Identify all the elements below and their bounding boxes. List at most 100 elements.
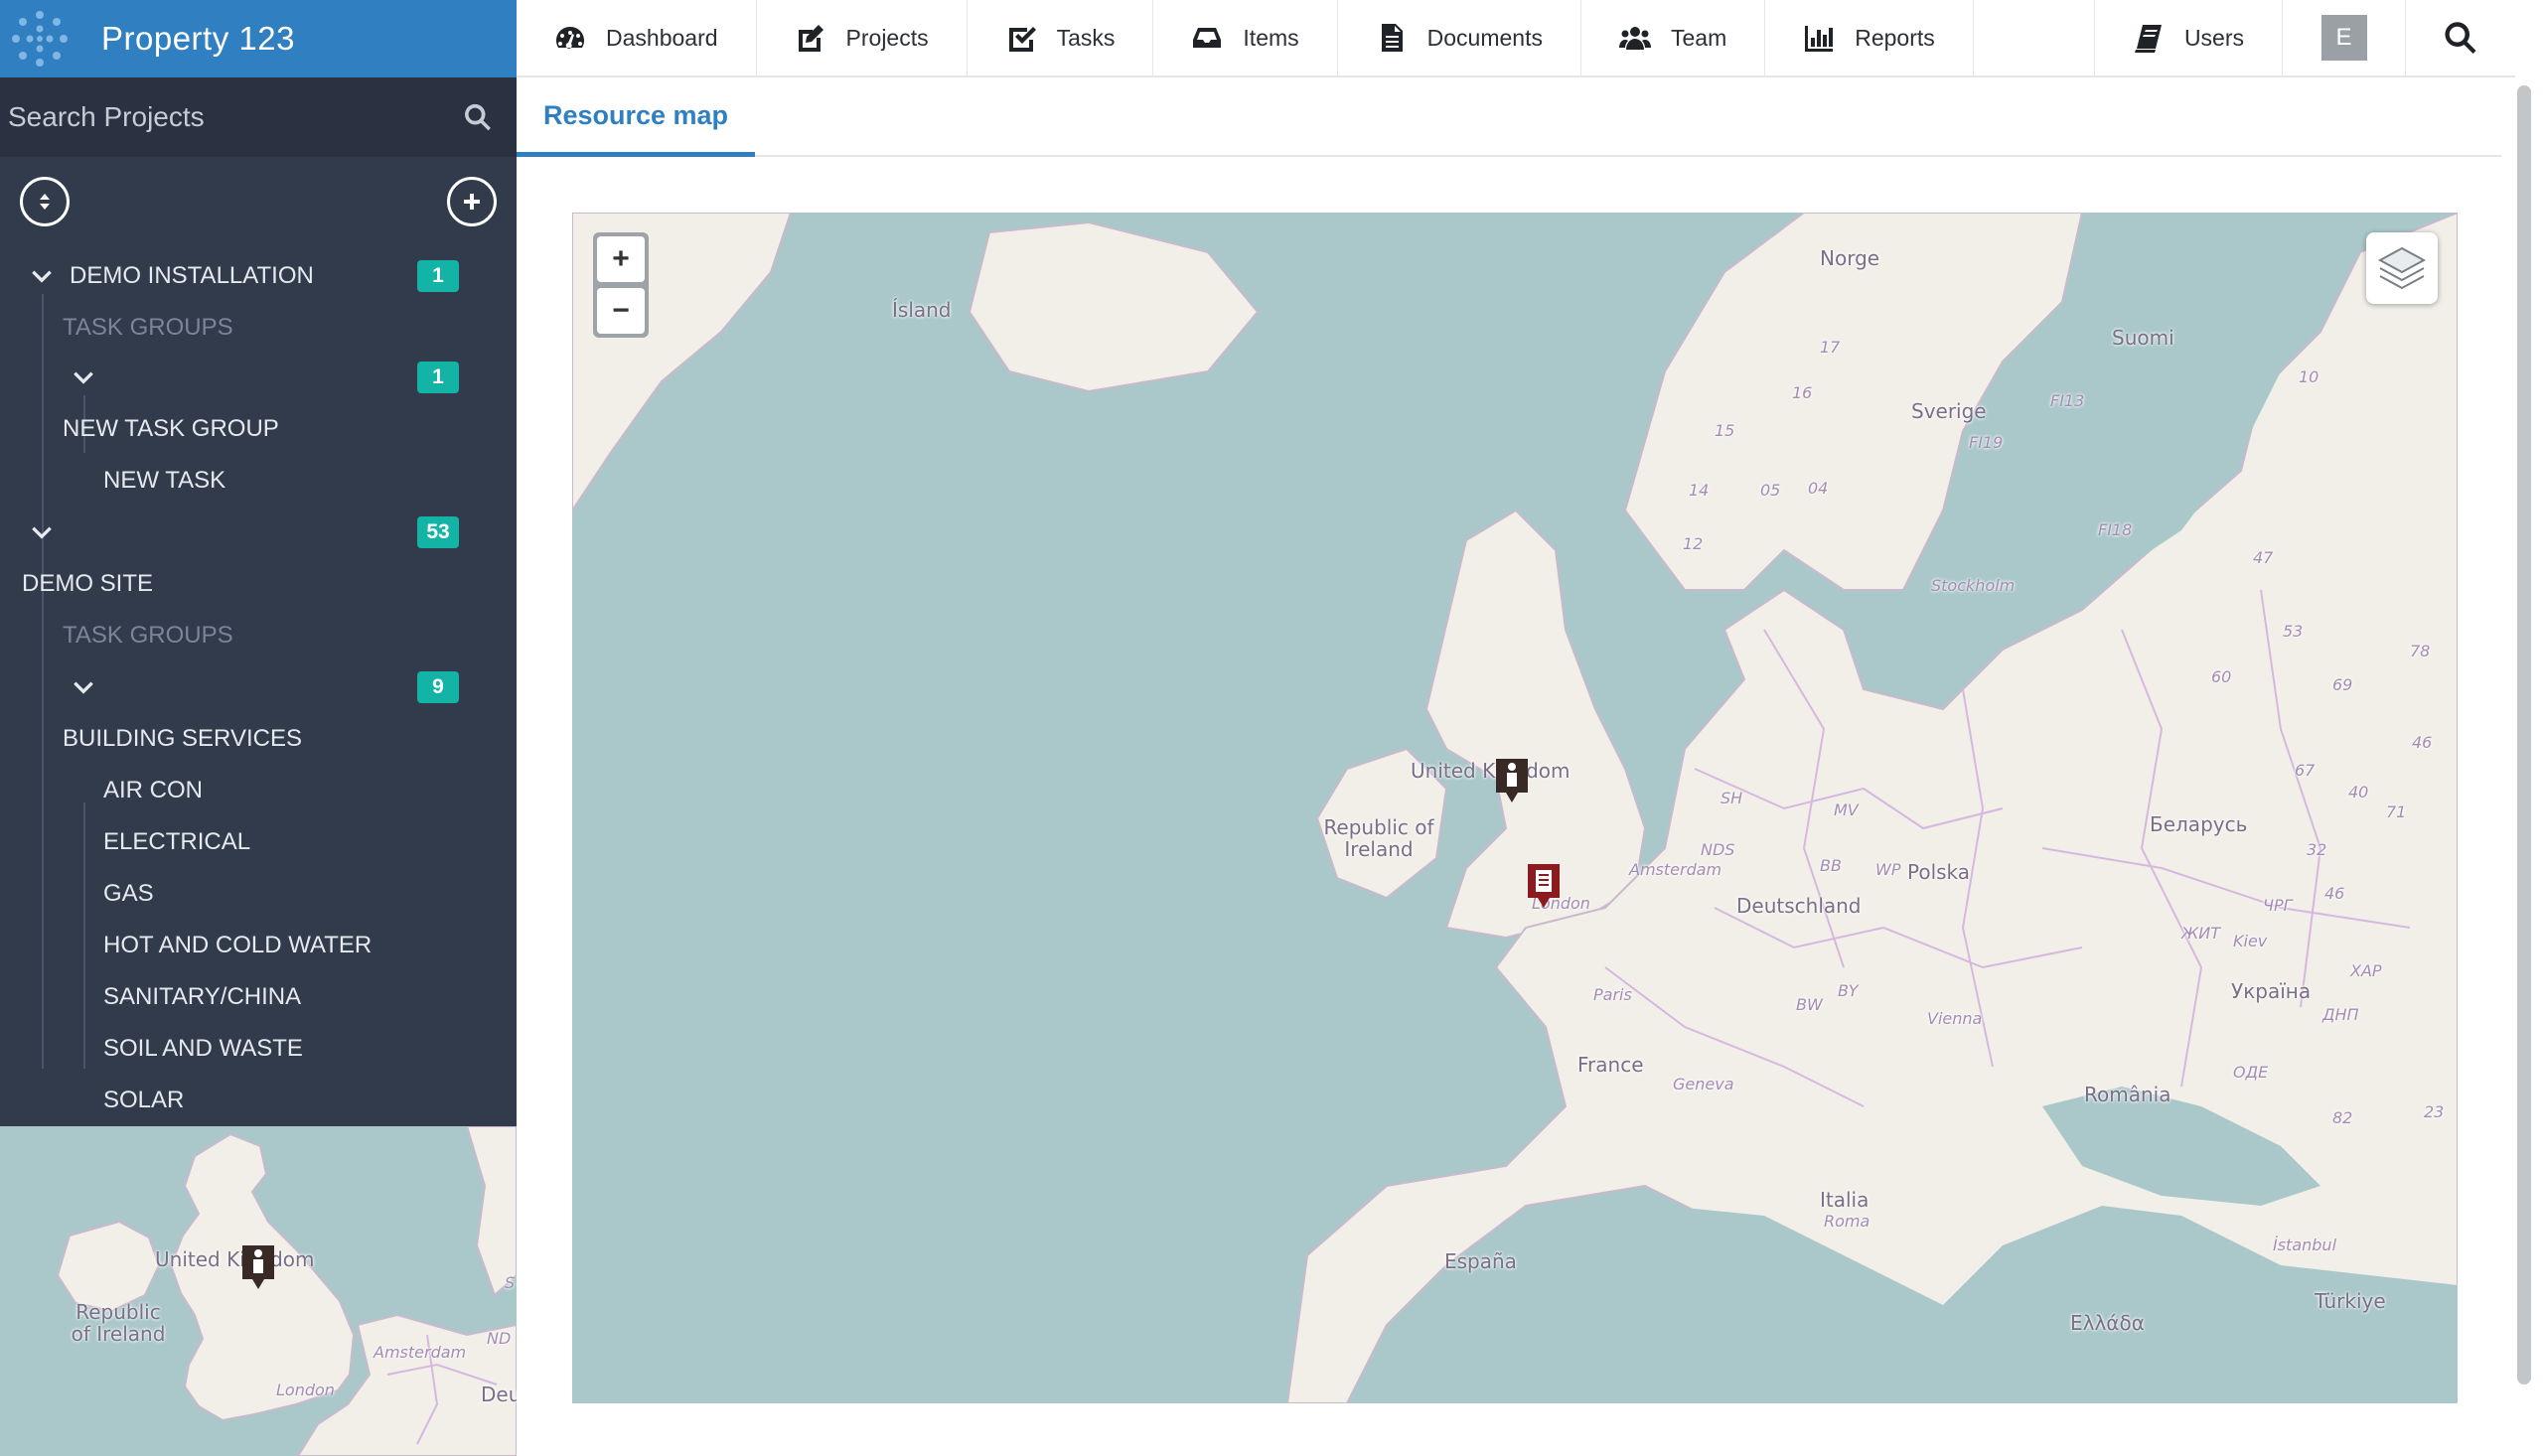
- tree-task-groups-label: TASK GROUPS: [63, 314, 233, 341]
- map-label-region: 47: [2253, 548, 2274, 567]
- project-name: DEMO INSTALLATION: [70, 262, 314, 289]
- zoom-control: + −: [593, 232, 649, 338]
- nav-projects[interactable]: Projects: [757, 0, 968, 75]
- tab-resource-map[interactable]: Resource map: [517, 79, 755, 157]
- tree-project-demo-installation[interactable]: DEMO INSTALLATION 1: [0, 250, 517, 302]
- global-search-button[interactable]: [2406, 0, 2515, 75]
- nav-dashboard-label: Dashboard: [606, 24, 718, 51]
- tree-group-toggle[interactable]: 1: [0, 352, 517, 403]
- avatar: E: [2320, 15, 2367, 61]
- chevron-down-icon[interactable]: [29, 519, 55, 545]
- map-label-region: 67: [2295, 761, 2316, 780]
- nav-documents[interactable]: Documents: [1338, 0, 1581, 75]
- tree-project-demo-site[interactable]: DEMO SITE: [0, 558, 517, 610]
- tree-task[interactable]: SOLAR: [0, 1075, 517, 1126]
- layers-icon: [2377, 246, 2427, 290]
- tree-task[interactable]: SOIL AND WASTE: [0, 1023, 517, 1075]
- tree-task[interactable]: AIR CON: [0, 765, 517, 816]
- person-marker-icon[interactable]: [238, 1243, 278, 1291]
- map-label-italy: Italia: [1820, 1188, 1870, 1212]
- count-badge: 1: [417, 260, 459, 292]
- project-sidebar: DEMO INSTALLATION 1 TASK GROUPS 1 NEW TA…: [0, 77, 517, 1126]
- map-label-city: İstanbul: [2273, 1236, 2337, 1254]
- nav-projects-label: Projects: [845, 24, 929, 51]
- minimap-label: S: [505, 1273, 516, 1292]
- resource-map[interactable]: Ísland Norge Sverige Suomi United Kingdo…: [572, 213, 2458, 1403]
- users-icon: [1618, 27, 1651, 50]
- map-label-region: BB: [1820, 856, 1842, 875]
- nav-team[interactable]: Team: [1581, 0, 1766, 75]
- map-label-region: 69: [2332, 675, 2353, 694]
- add-project-button[interactable]: [447, 177, 497, 226]
- count-badge: 9: [417, 671, 459, 703]
- tree-group-toggle[interactable]: 9: [0, 661, 517, 713]
- map-label-region: SH: [1720, 789, 1743, 807]
- map-label-city: Vienna: [1927, 1009, 1983, 1028]
- layers-button[interactable]: [2366, 232, 2438, 304]
- map-label-ireland: Republic of Ireland: [1323, 815, 1434, 861]
- brand-bar: Property 123: [0, 0, 517, 77]
- map-basemap: [572, 213, 2458, 1403]
- minimap-label: United Kingdom: [155, 1247, 315, 1271]
- sidebar-minimap[interactable]: United Kingdom Republic of Ireland Amste…: [0, 1126, 517, 1456]
- chevron-down-icon[interactable]: [71, 364, 96, 390]
- count-badge: 53: [417, 516, 459, 548]
- map-label-germany: Deutschland: [1736, 894, 1862, 918]
- search-icon[interactable]: [463, 102, 493, 132]
- map-label-region: ОДЕ: [2233, 1063, 2269, 1082]
- map-label-region: ДНП: [2322, 1005, 2359, 1024]
- map-label-region: 05: [1760, 481, 1781, 500]
- tree-task[interactable]: GAS: [0, 868, 517, 920]
- map-label-region: 71: [2386, 802, 2407, 821]
- inbox-icon: [1193, 28, 1222, 48]
- map-label-belarus: Беларусь: [2150, 812, 2248, 836]
- map-label-city: Geneva: [1673, 1075, 1734, 1093]
- tree-project-toggle[interactable]: 53: [0, 507, 517, 558]
- map-label-city: Paris: [1593, 985, 1632, 1004]
- map-label-region: FI18: [2098, 520, 2133, 539]
- tree-task-new-task[interactable]: NEW TASK: [0, 455, 517, 507]
- tree-group-new-task-group[interactable]: NEW TASK GROUP: [0, 403, 517, 455]
- project-search-input[interactable]: [8, 101, 425, 133]
- map-label-region: 15: [1715, 421, 1735, 440]
- edit-icon: [798, 25, 823, 52]
- top-navigation: Dashboard Projects Tasks Items Documents…: [517, 0, 2515, 77]
- nav-tasks[interactable]: Tasks: [968, 0, 1154, 75]
- page-scrollbar[interactable]: [2517, 85, 2531, 1384]
- expand-collapse-button[interactable]: [20, 177, 70, 226]
- bar-chart-icon: [1805, 26, 1834, 52]
- nav-items[interactable]: Items: [1153, 0, 1338, 75]
- nav-dashboard[interactable]: Dashboard: [517, 0, 757, 75]
- map-label-region: 12: [1683, 534, 1704, 553]
- map-label-region: BY: [1838, 981, 1859, 1000]
- tree-task[interactable]: ELECTRICAL: [0, 816, 517, 868]
- checkbox-icon: [1008, 27, 1036, 52]
- person-marker-icon[interactable]: [1492, 757, 1532, 804]
- map-label-region: 10: [2299, 367, 2319, 386]
- search-icon: [2445, 22, 2476, 54]
- map-label-city: Amsterdam: [1629, 860, 1722, 879]
- map-label-region: 16: [1792, 383, 1813, 402]
- map-label-uk: United Kingdom: [1411, 759, 1571, 783]
- document-icon: [1381, 24, 1403, 52]
- zoom-out-button[interactable]: −: [597, 288, 645, 334]
- chevron-down-icon[interactable]: [71, 674, 96, 700]
- map-label-region: ХАР: [2350, 961, 2382, 980]
- nav-users[interactable]: Users: [2095, 0, 2283, 75]
- document-marker-icon[interactable]: [1524, 862, 1564, 910]
- chevron-down-icon[interactable]: [29, 263, 55, 289]
- map-label-region: FI13: [2050, 391, 2085, 410]
- nav-users-label: Users: [2183, 24, 2244, 51]
- tree-group-building-services[interactable]: BUILDING SERVICES: [0, 713, 517, 765]
- map-label-city: Kiev: [2233, 932, 2268, 950]
- map-label-region: 17: [1820, 338, 1841, 357]
- map-label-turkey: Türkiye: [2315, 1289, 2386, 1313]
- nav-spacer: [1974, 0, 2095, 75]
- zoom-in-button[interactable]: +: [597, 236, 645, 282]
- map-label-poland: Polska: [1907, 860, 1971, 884]
- tree-task[interactable]: HOT AND COLD WATER: [0, 920, 517, 971]
- nav-reports[interactable]: Reports: [1765, 0, 1974, 75]
- user-avatar-button[interactable]: E: [2283, 0, 2406, 75]
- map-label-region: MV: [1834, 801, 1859, 819]
- tree-task[interactable]: SANITARY/CHINA: [0, 971, 517, 1023]
